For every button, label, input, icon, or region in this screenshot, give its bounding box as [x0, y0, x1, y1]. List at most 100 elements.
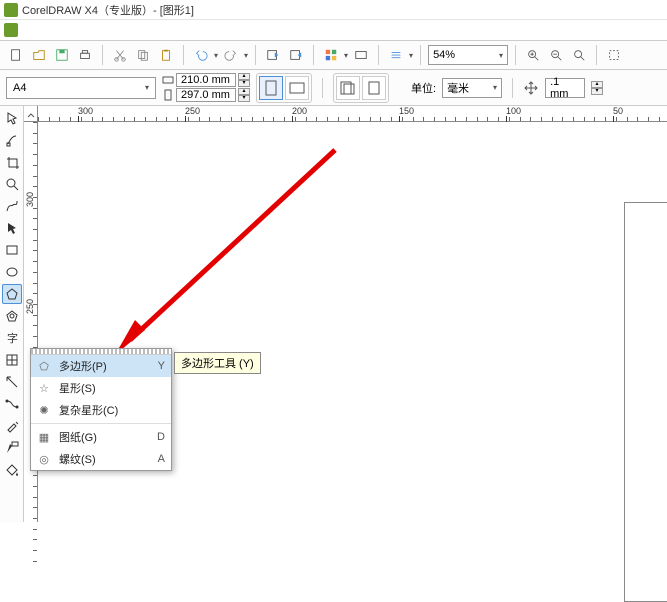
separator — [313, 45, 314, 65]
paste-button[interactable] — [156, 45, 176, 65]
outline-tool[interactable] — [2, 438, 22, 458]
chevron-down-icon: ▾ — [145, 83, 149, 92]
snap-button[interactable] — [604, 45, 624, 65]
unit-value: 毫米 — [447, 80, 469, 96]
pick-tool[interactable] — [2, 108, 22, 128]
zoom-tool[interactable] — [2, 174, 22, 194]
print-button[interactable] — [75, 45, 95, 65]
separator — [102, 45, 103, 65]
app-launcher-button[interactable] — [321, 45, 341, 65]
zoom-out-button[interactable] — [546, 45, 566, 65]
nudge-spinners[interactable]: ▴▾ — [591, 81, 603, 95]
app-icon — [4, 3, 18, 17]
apply-current-page-button[interactable] — [362, 76, 386, 100]
new-button[interactable] — [6, 45, 26, 65]
separator — [378, 45, 379, 65]
text-tool[interactable]: 字 — [2, 328, 22, 348]
width-spinners[interactable]: ▴▾ — [238, 73, 250, 87]
page — [624, 202, 667, 602]
standard-toolbar: ▾ ▾ ▾ ▾ 54% ▾ — [0, 40, 667, 70]
title-bar: CorelDRAW X4（专业版）- [图形1] — [0, 0, 667, 20]
unit-label: 单位: — [411, 80, 436, 96]
page-apply-group — [333, 73, 389, 103]
flyout-graph-paper[interactable]: ▦ 图纸(G) D — [31, 426, 171, 448]
separator — [322, 78, 323, 98]
flyout-label: 复杂星形(C) — [59, 402, 145, 418]
chevron-down-icon: ▾ — [499, 51, 503, 60]
fill-tool[interactable] — [2, 460, 22, 480]
paper-size-select[interactable]: A4 ▾ — [6, 77, 156, 99]
flyout-label: 星形(S) — [59, 380, 145, 396]
import-button[interactable] — [263, 45, 283, 65]
options-dropdown[interactable]: ▾ — [409, 51, 413, 60]
dimension-group: 210.0 mm ▴▾ 297.0 mm ▴▾ — [162, 73, 250, 102]
options-button[interactable] — [386, 45, 406, 65]
ruler-corner[interactable] — [24, 106, 38, 122]
connector-tool[interactable] — [2, 394, 22, 414]
landscape-button[interactable] — [285, 76, 309, 100]
ellipse-tool[interactable] — [2, 262, 22, 282]
open-button[interactable] — [29, 45, 49, 65]
basic-shapes-tool[interactable] — [2, 306, 22, 326]
star-icon: ☆ — [37, 382, 51, 395]
flyout-label: 螺纹(S) — [59, 451, 145, 467]
flyout-complex-star[interactable]: ✺ 复杂星形(C) — [31, 399, 171, 421]
copy-button[interactable] — [133, 45, 153, 65]
complex-star-icon: ✺ — [37, 404, 51, 417]
apply-all-pages-button[interactable] — [336, 76, 360, 100]
save-button[interactable] — [52, 45, 72, 65]
flyout-label: 图纸(G) — [59, 429, 145, 445]
width-icon — [162, 74, 174, 86]
separator — [31, 423, 171, 424]
flyout-spiral[interactable]: ◎ 螺纹(S) A — [31, 448, 171, 470]
smart-fill-tool[interactable] — [2, 218, 22, 238]
nudge-input[interactable]: .1 mm — [545, 78, 585, 98]
spiral-icon: ◎ — [37, 453, 51, 466]
cut-button[interactable] — [110, 45, 130, 65]
height-spinners[interactable]: ▴▾ — [238, 88, 250, 102]
app-title: CorelDRAW X4（专业版）- [图形1] — [22, 2, 194, 18]
separator — [515, 45, 516, 65]
polygon-tool[interactable] — [2, 284, 22, 304]
polygon-icon: ⬠ — [37, 360, 51, 373]
export-button[interactable] — [286, 45, 306, 65]
height-icon — [162, 89, 174, 101]
orientation-group — [256, 73, 312, 103]
width-input[interactable]: 210.0 mm — [176, 73, 236, 87]
shape-tool[interactable] — [2, 130, 22, 150]
table-tool[interactable] — [2, 350, 22, 370]
zoom-select[interactable]: 54% ▾ — [428, 45, 508, 65]
freehand-tool[interactable] — [2, 196, 22, 216]
flyout-star[interactable]: ☆ 星形(S) — [31, 377, 171, 399]
graph-paper-icon: ▦ — [37, 431, 51, 444]
crop-tool[interactable] — [2, 152, 22, 172]
unit-select[interactable]: 毫米 ▾ — [442, 78, 502, 98]
separator — [420, 45, 421, 65]
launcher-dropdown[interactable]: ▾ — [344, 51, 348, 60]
toolbox: 字 — [0, 106, 24, 522]
nudge-icon — [523, 80, 539, 96]
undo-button[interactable] — [191, 45, 211, 65]
flyout-label: 多边形(P) — [59, 358, 145, 374]
height-input[interactable]: 297.0 mm — [176, 88, 236, 102]
portrait-button[interactable] — [259, 76, 283, 100]
zoom-value: 54% — [433, 49, 455, 61]
redo-button[interactable] — [221, 45, 241, 65]
paper-value: A4 — [13, 82, 26, 94]
separator — [512, 78, 513, 98]
separator — [255, 45, 256, 65]
separator — [183, 45, 184, 65]
flyout-shortcut: A — [153, 453, 165, 465]
zoom-in-button[interactable] — [523, 45, 543, 65]
polygon-flyout-menu: ⬠ 多边形(P) Y ☆ 星形(S) ✺ 复杂星形(C) ▦ 图纸(G) D ◎… — [30, 348, 172, 471]
rectangle-tool[interactable] — [2, 240, 22, 260]
eyedropper-tool[interactable] — [2, 416, 22, 436]
doc-icon — [4, 23, 18, 37]
menu-bar — [0, 20, 667, 40]
zoom-options-button[interactable] — [569, 45, 589, 65]
undo-dropdown[interactable]: ▾ — [214, 51, 218, 60]
welcome-button[interactable] — [351, 45, 371, 65]
redo-dropdown[interactable]: ▾ — [244, 51, 248, 60]
flyout-polygon[interactable]: ⬠ 多边形(P) Y — [31, 355, 171, 377]
dimension-tool[interactable] — [2, 372, 22, 392]
